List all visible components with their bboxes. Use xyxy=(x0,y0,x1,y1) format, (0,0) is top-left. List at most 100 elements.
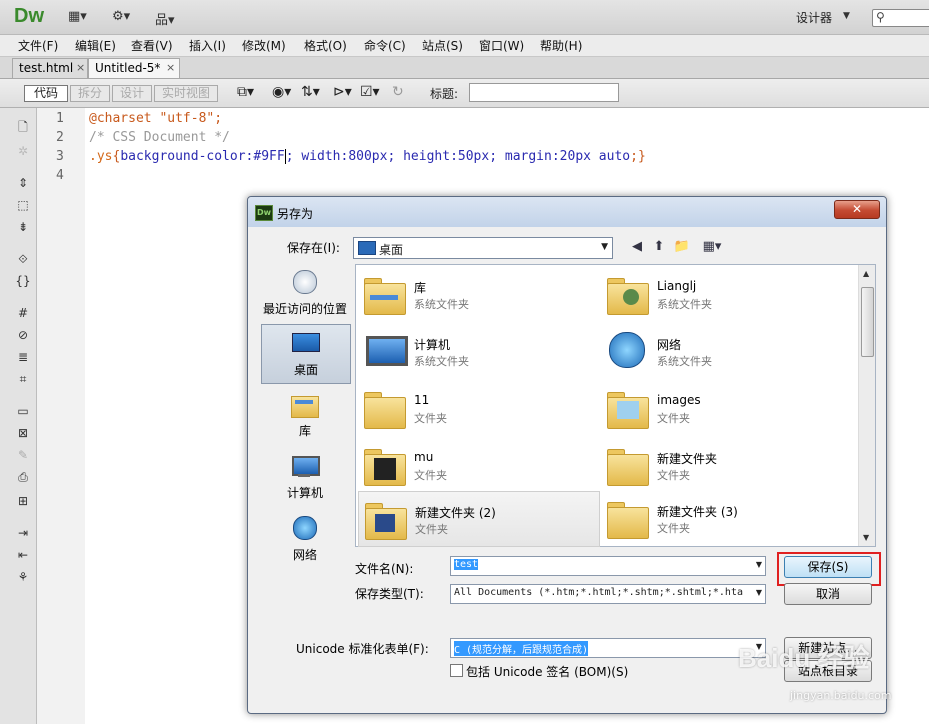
show-code-navigator-icon[interactable]: ✲ xyxy=(15,144,31,158)
list-item[interactable]: Lianglj 系统文件夹 xyxy=(601,267,841,321)
list-item[interactable]: 新建文件夹 (2) 文件夹 xyxy=(358,491,600,547)
code-token: background-color: xyxy=(120,149,254,164)
place-libraries[interactable]: 库 xyxy=(261,386,349,444)
title-input[interactable] xyxy=(469,83,619,102)
file-list-scrollbar[interactable]: ▲ ▼ xyxy=(858,265,875,546)
file-management-icon[interactable]: ⇅▾ xyxy=(301,84,320,100)
code-token: 800px xyxy=(348,149,388,164)
list-item[interactable]: 新建文件夹 文件夹 xyxy=(601,438,841,492)
baidu-watermark-url: jingyan.baidu.com xyxy=(790,689,892,702)
place-network[interactable]: 网络 xyxy=(261,510,349,568)
list-item[interactable]: images 文件夹 xyxy=(601,381,841,435)
select-parent-tag-icon[interactable]: ⟐ xyxy=(15,252,31,266)
filetype-select[interactable]: All Documents (*.htm;*.html;*.shtm;*.sht… xyxy=(450,584,766,604)
place-computer[interactable]: 计算机 xyxy=(261,448,349,506)
file-name: 11 xyxy=(414,393,430,407)
save-as-dialog: Dw 另存为 ✕ 保存在(I): 桌面 ▼ ◀ ⬆ 📁 ▦▾ 最近访问的位置 桌… xyxy=(247,196,887,714)
scroll-thumb[interactable] xyxy=(861,287,874,357)
inspect-icon[interactable]: ⊳▾ xyxy=(333,84,352,100)
apply-comment-icon[interactable]: ▭ xyxy=(15,404,31,418)
place-desktop[interactable]: 桌面 xyxy=(261,324,351,384)
code-view-button[interactable]: 代码 xyxy=(24,85,68,102)
validate-icon[interactable]: ☑▾ xyxy=(360,84,380,100)
remove-comment-icon[interactable]: ⊠ xyxy=(15,426,31,440)
cancel-button[interactable]: 取消 xyxy=(784,583,872,605)
list-item[interactable]: 网络 系统文件夹 xyxy=(601,324,841,378)
chevron-down-icon[interactable]: ▼ xyxy=(843,11,850,21)
outdent-icon[interactable]: ⇤ xyxy=(15,548,31,562)
collapse-tag-icon[interactable]: ⇕ xyxy=(15,176,31,190)
gear-icon[interactable]: ⚙▾ xyxy=(112,9,130,25)
word-wrap-icon[interactable]: ≣ xyxy=(15,350,31,364)
menu-edit[interactable]: 编辑(E) xyxy=(75,37,116,54)
list-item[interactable]: mu 文件夹 xyxy=(358,438,598,492)
wrap-tag-icon[interactable]: ✎ xyxy=(15,448,31,462)
dialog-titlebar[interactable]: Dw 另存为 ✕ xyxy=(248,197,886,227)
menu-file[interactable]: 文件(F) xyxy=(18,37,58,54)
tab-test-html[interactable]: test.html × xyxy=(12,58,88,78)
live-view-button[interactable]: 实时视图 xyxy=(154,85,218,102)
view-menu-icon[interactable]: ▦▾ xyxy=(698,239,726,255)
scroll-up-icon[interactable]: ▲ xyxy=(863,269,869,278)
recent-places-icon xyxy=(289,268,319,294)
unicode-form-label: Unicode 标准化表单(F): xyxy=(296,642,429,656)
scroll-down-icon[interactable]: ▼ xyxy=(863,533,869,542)
workspace-switcher[interactable]: 设计器 xyxy=(796,9,832,26)
recent-snippets-icon[interactable]: ⎙ xyxy=(15,470,31,484)
move-css-icon[interactable]: ⊞ xyxy=(15,494,31,508)
new-folder-icon[interactable]: 📁 xyxy=(673,239,691,255)
search-input[interactable]: ⚲ xyxy=(872,9,929,27)
dreamweaver-app-icon: Dw xyxy=(255,205,273,221)
list-item[interactable]: 新建文件夹 (3) 文件夹 xyxy=(601,491,841,545)
list-item[interactable]: 11 文件夹 xyxy=(358,381,598,435)
refresh-icon[interactable]: ↻ xyxy=(392,84,404,100)
syntax-coloring-icon[interactable]: ⌗ xyxy=(15,372,31,386)
menu-commands[interactable]: 命令(C) xyxy=(364,37,406,54)
bom-checkbox[interactable] xyxy=(450,664,463,677)
tab-untitled-5[interactable]: Untitled-5* × xyxy=(88,58,180,78)
line-numbers-icon[interactable]: # xyxy=(15,306,31,320)
balance-braces-icon[interactable]: {} xyxy=(15,274,31,288)
menu-site[interactable]: 站点(S) xyxy=(422,37,463,54)
file-name: 网络 xyxy=(657,338,682,352)
close-icon[interactable]: × xyxy=(76,61,85,74)
file-type: 文件夹 xyxy=(414,412,447,425)
multiscreen-icon[interactable]: ⧉▾ xyxy=(237,84,254,100)
preview-browser-icon[interactable]: ◉▾ xyxy=(272,84,291,100)
menu-insert[interactable]: 插入(I) xyxy=(189,37,226,54)
menu-format[interactable]: 格式(O) xyxy=(304,37,347,54)
format-source-icon[interactable]: ⚘ xyxy=(15,570,31,584)
dialog-title: 另存为 xyxy=(277,207,314,221)
close-icon[interactable]: × xyxy=(166,61,175,74)
menu-view[interactable]: 查看(V) xyxy=(131,37,173,54)
unicode-form-select[interactable]: C (规范分解，后跟规范合成) ▼ xyxy=(450,638,766,658)
folder-icon xyxy=(605,442,649,486)
collapse-selection-icon[interactable]: ⬚ xyxy=(15,198,31,212)
back-icon[interactable]: ◀ xyxy=(628,239,646,255)
file-type: 文件夹 xyxy=(415,523,448,536)
menu-modify[interactable]: 修改(M) xyxy=(242,37,286,54)
open-documents-icon[interactable]: 🗋 xyxy=(15,120,31,134)
indent-icon[interactable]: ⇥ xyxy=(15,526,31,540)
layout-icon[interactable]: ▦▾ xyxy=(68,9,87,25)
file-type: 系统文件夹 xyxy=(657,355,712,368)
site-icon[interactable]: 品▾ xyxy=(155,9,175,28)
menu-window[interactable]: 窗口(W) xyxy=(479,37,524,54)
line-number: 2 xyxy=(56,130,64,145)
highlight-invalid-icon[interactable]: ⊘ xyxy=(15,328,31,342)
list-item[interactable]: 库 系统文件夹 xyxy=(358,267,598,321)
up-folder-icon[interactable]: ⬆ xyxy=(650,239,668,255)
save-button[interactable]: 保存(S) xyxy=(784,556,872,578)
close-button[interactable]: ✕ xyxy=(834,200,880,219)
filename-input[interactable]: test ▼ xyxy=(450,556,766,576)
list-item[interactable]: 计算机 系统文件夹 xyxy=(358,324,598,378)
expand-all-icon[interactable]: ⇟ xyxy=(15,220,31,234)
place-recent[interactable]: 最近访问的位置 xyxy=(261,264,349,322)
split-view-button[interactable]: 拆分 xyxy=(70,85,110,102)
file-type: 文件夹 xyxy=(657,522,690,535)
file-list[interactable]: 库 系统文件夹 Lianglj 系统文件夹 计算机 系统文件夹 网络 系统文件夹… xyxy=(355,264,876,547)
chevron-down-icon[interactable]: ▼ xyxy=(756,560,762,569)
menu-help[interactable]: 帮助(H) xyxy=(540,37,582,54)
design-view-button[interactable]: 设计 xyxy=(112,85,152,102)
save-in-dropdown[interactable]: 桌面 ▼ xyxy=(353,237,613,259)
